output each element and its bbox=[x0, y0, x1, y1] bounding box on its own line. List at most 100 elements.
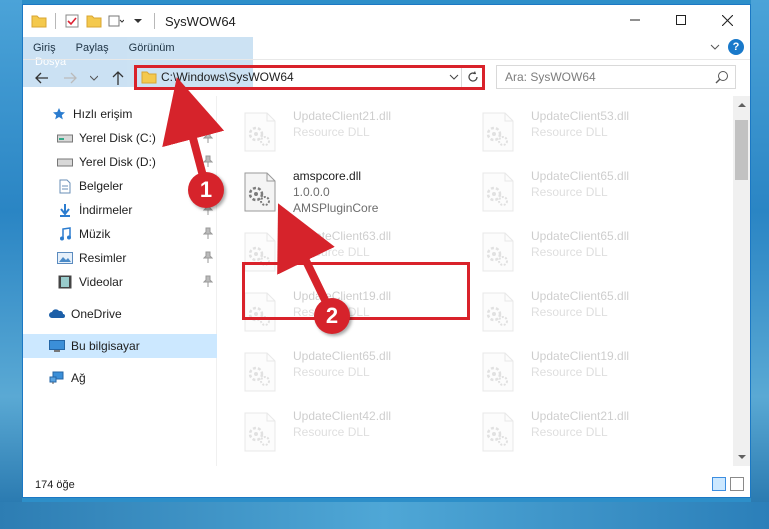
computer-icon bbox=[49, 338, 65, 354]
desktop-background-left bbox=[0, 0, 22, 529]
pictures-icon bbox=[57, 250, 73, 266]
folder-icon bbox=[31, 13, 47, 29]
file-version: 1.0.0.0 bbox=[293, 185, 330, 199]
ribbon-tabs: Dosya Giriş Paylaş Görünüm ? bbox=[23, 37, 750, 87]
file-item[interactable]: UpdateClient53.dll Resource DLL bbox=[481, 108, 711, 158]
maximize-button[interactable] bbox=[658, 5, 704, 35]
drive-icon bbox=[57, 130, 73, 146]
search-icon bbox=[715, 70, 729, 87]
file-highlight-box bbox=[242, 262, 470, 320]
file-name: UpdateClient21.dll bbox=[531, 409, 630, 423]
file-name: UpdateClient21.dll bbox=[293, 109, 392, 123]
scrollbar-thumb[interactable] bbox=[735, 120, 748, 180]
dll-file-icon bbox=[243, 112, 279, 154]
file-description: Resource DLL bbox=[531, 425, 608, 439]
dll-file-icon bbox=[481, 232, 517, 274]
sidebar-item-videos[interactable]: Videolar bbox=[23, 270, 217, 294]
dll-file-icon bbox=[481, 352, 517, 394]
window-controls bbox=[612, 5, 750, 35]
large-icons-view-icon[interactable] bbox=[730, 477, 744, 491]
file-description: Resource DLL bbox=[531, 185, 608, 199]
title-bar: SysWOW64 bbox=[23, 5, 750, 37]
quick-access-toolbar bbox=[23, 13, 157, 29]
file-name: UpdateClient19.dll bbox=[531, 349, 630, 363]
sidebar-item-music[interactable]: Müzik bbox=[23, 222, 217, 246]
file-name: UpdateClient65.dll bbox=[531, 169, 630, 183]
help-button[interactable]: ? bbox=[728, 39, 744, 55]
file-item[interactable]: UpdateClient65.dll Resource DLL bbox=[481, 288, 711, 338]
main-area: Hızlı erişim Yerel Disk (C:) Yerel Disk … bbox=[23, 96, 750, 466]
dll-file-icon bbox=[243, 172, 279, 214]
sidebar-item-pictures[interactable]: Resimler bbox=[23, 246, 217, 270]
file-name: UpdateClient65.dll bbox=[531, 229, 630, 243]
search-input[interactable]: Ara: SysWOW64 bbox=[496, 65, 736, 89]
search-placeholder: Ara: SysWOW64 bbox=[505, 70, 596, 84]
pin-icon bbox=[202, 251, 214, 266]
file-item-highlighted[interactable]: amspcore.dll 1.0.0.0 AMSPluginCore bbox=[243, 168, 473, 218]
minimize-button[interactable] bbox=[612, 5, 658, 35]
file-description: Resource DLL bbox=[293, 125, 370, 139]
file-description: Resource DLL bbox=[531, 305, 608, 319]
file-item[interactable]: UpdateClient65.dll Resource DLL bbox=[481, 168, 711, 218]
sidebar-item-network[interactable]: Ağ bbox=[23, 366, 217, 390]
item-count: 174 öğe bbox=[35, 479, 75, 491]
desktop-background-right bbox=[751, 0, 769, 529]
status-bar: 174 öğe bbox=[23, 473, 750, 497]
close-button[interactable] bbox=[704, 5, 750, 35]
pin-icon bbox=[202, 275, 214, 290]
file-description: AMSPluginCore bbox=[293, 201, 379, 215]
pin-icon bbox=[202, 155, 214, 170]
dll-file-icon bbox=[481, 112, 517, 154]
divider bbox=[55, 13, 56, 29]
vertical-scrollbar[interactable] bbox=[733, 96, 750, 466]
divider bbox=[154, 13, 155, 29]
details-view-icon[interactable] bbox=[712, 477, 726, 491]
file-name: UpdateClient65.dll bbox=[531, 289, 630, 303]
dll-file-icon bbox=[481, 172, 517, 214]
dll-file-icon bbox=[481, 292, 517, 334]
sidebar-item-downloads[interactable]: İndirmeler bbox=[23, 198, 217, 222]
window-title: SysWOW64 bbox=[165, 13, 236, 29]
callout-badge-1: 1 bbox=[188, 172, 224, 208]
file-item[interactable]: UpdateClient65.dll Resource DLL bbox=[243, 348, 473, 398]
file-name: UpdateClient42.dll bbox=[293, 409, 392, 423]
new-folder-icon[interactable] bbox=[86, 13, 102, 29]
dll-file-icon bbox=[481, 412, 517, 454]
pin-icon bbox=[202, 227, 214, 242]
sidebar-item-quick-access[interactable]: Hızlı erişim bbox=[23, 102, 217, 126]
sidebar-item-this-pc[interactable]: Bu bilgisayar bbox=[23, 334, 217, 358]
sidebar-item-drive-c[interactable]: Yerel Disk (C:) bbox=[23, 126, 217, 150]
back-button[interactable] bbox=[31, 67, 53, 89]
documents-icon bbox=[57, 178, 73, 194]
file-name: UpdateClient65.dll bbox=[293, 349, 392, 363]
properties-icon[interactable] bbox=[64, 13, 80, 29]
sidebar-item-drive-d[interactable]: Yerel Disk (D:) bbox=[23, 150, 217, 174]
customize-toolbar-icon[interactable] bbox=[108, 13, 124, 29]
download-icon bbox=[57, 202, 73, 218]
ribbon-right-controls: ? bbox=[710, 39, 744, 55]
recent-locations-button[interactable] bbox=[83, 67, 105, 89]
up-button[interactable] bbox=[107, 67, 129, 89]
scroll-down-icon[interactable] bbox=[733, 449, 750, 466]
file-description: Resource DLL bbox=[293, 365, 370, 379]
file-item[interactable]: UpdateClient21.dll Resource DLL bbox=[481, 408, 711, 458]
star-icon bbox=[51, 106, 67, 122]
sidebar-item-onedrive[interactable]: OneDrive bbox=[23, 302, 217, 326]
file-item[interactable]: UpdateClient19.dll Resource DLL bbox=[481, 348, 711, 398]
file-description: Resource DLL bbox=[293, 425, 370, 439]
file-item[interactable]: UpdateClient42.dll Resource DLL bbox=[243, 408, 473, 458]
callout-badge-2: 2 bbox=[314, 298, 350, 334]
expand-ribbon-icon[interactable] bbox=[710, 40, 720, 54]
forward-button[interactable] bbox=[59, 67, 81, 89]
videos-icon bbox=[57, 274, 73, 290]
file-item[interactable]: UpdateClient65.dll Resource DLL bbox=[481, 228, 711, 278]
navigation-pane: Hızlı erişim Yerel Disk (C:) Yerel Disk … bbox=[23, 96, 217, 466]
file-name: amspcore.dll bbox=[293, 169, 362, 183]
scroll-up-icon[interactable] bbox=[733, 96, 750, 113]
file-description: Resource DLL bbox=[531, 125, 608, 139]
file-explorer-window: SysWOW64 Dosya Giriş Paylaş Görünüm ? C:… bbox=[22, 4, 751, 498]
chevron-down-icon[interactable] bbox=[130, 13, 146, 29]
taskbar-area bbox=[0, 502, 769, 529]
file-description: Resource DLL bbox=[531, 365, 608, 379]
file-item[interactable]: UpdateClient21.dll Resource DLL bbox=[243, 108, 473, 158]
